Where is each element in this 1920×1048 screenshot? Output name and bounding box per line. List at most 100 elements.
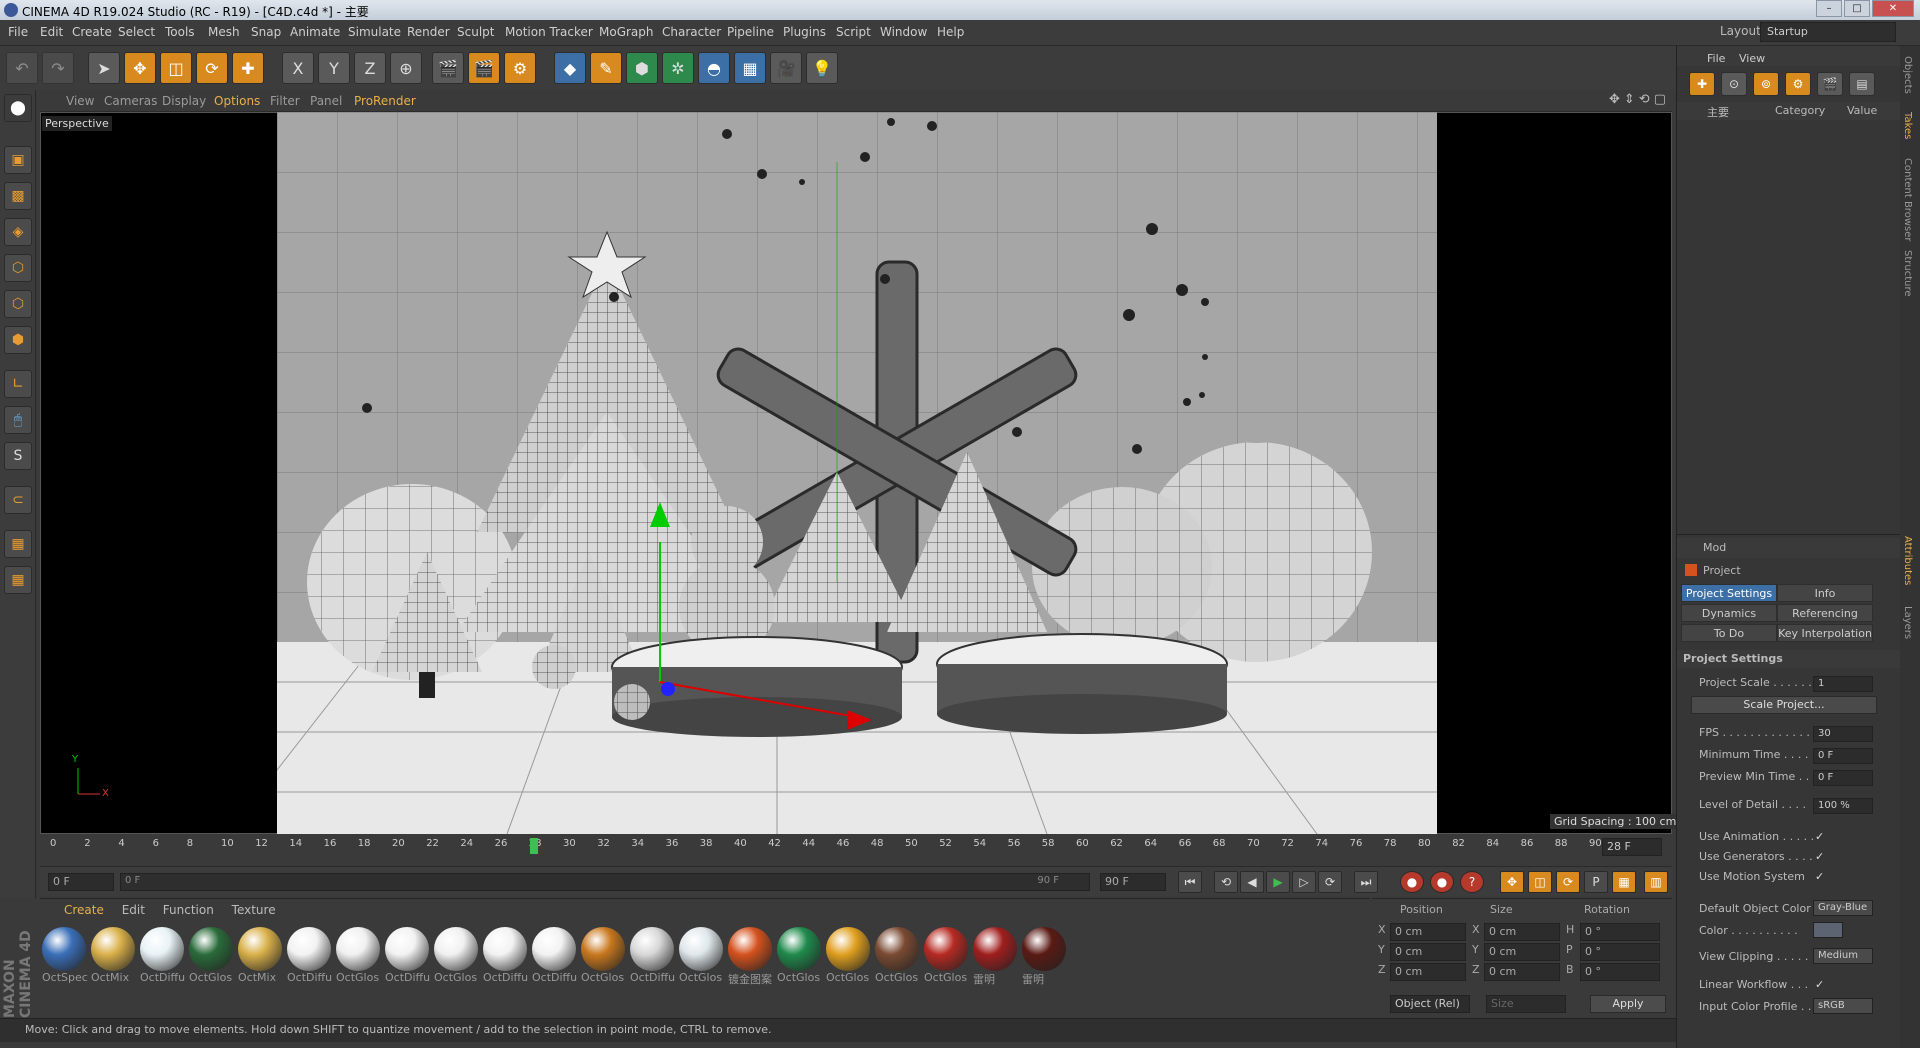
mat-menu-create[interactable]: Create — [64, 903, 104, 917]
tab-referencing[interactable]: Referencing — [1777, 604, 1873, 622]
vp-menu-panel[interactable]: Panel — [310, 94, 342, 108]
menu-tools[interactable]: Tools — [165, 25, 195, 39]
axis-mode-icon[interactable]: ∟ — [4, 370, 32, 398]
render-take-icon[interactable]: 🎬 — [1817, 72, 1843, 96]
cube-icon[interactable]: ◆ — [554, 52, 586, 84]
use-generators-checkbox[interactable]: ✓ — [1815, 850, 1824, 863]
override-icon[interactable]: ⊙ — [1721, 72, 1747, 96]
preview-min-field[interactable]: 0 F — [1813, 770, 1873, 786]
floor-icon[interactable]: ▦ — [734, 52, 766, 84]
view-clipping-select[interactable]: Medium — [1813, 948, 1873, 964]
material-item[interactable]: 雷明 — [1022, 927, 1068, 989]
transform-tool-icon[interactable]: ✚ — [232, 52, 264, 84]
model-mode-icon[interactable]: ▣ — [4, 146, 32, 174]
fps-field[interactable]: 30 — [1813, 726, 1873, 742]
render-picture-viewer-icon[interactable]: 🎬 — [468, 52, 500, 84]
go-to-end-icon[interactable]: ⏭ — [1354, 871, 1378, 893]
material-item[interactable]: OctGlos — [581, 927, 627, 989]
mat-menu-function[interactable]: Function — [163, 903, 214, 917]
lod-field[interactable]: 100 % — [1813, 798, 1873, 814]
preview-range-slider[interactable]: 0 F 90 F — [120, 873, 1090, 891]
prev-key-icon[interactable]: ⟲ — [1214, 871, 1238, 893]
select-arrow-icon[interactable]: ➤ — [88, 52, 120, 84]
vp-menu-filter[interactable]: Filter — [270, 94, 300, 108]
prev-frame-icon[interactable]: ◀ — [1240, 871, 1264, 893]
subdivision-icon[interactable]: ⬢ — [626, 52, 658, 84]
material-item[interactable]: OctDiffu — [385, 927, 431, 989]
side-tab-content-browser[interactable]: Content Browser — [1902, 158, 1913, 241]
material-item[interactable]: OctDiffu — [140, 927, 186, 989]
menu-snap[interactable]: Snap — [251, 25, 281, 39]
menu-script[interactable]: Script — [836, 25, 871, 39]
menu-render[interactable]: Render — [407, 25, 450, 39]
next-frame-icon[interactable]: ▷ — [1292, 871, 1316, 893]
record-rotation-icon[interactable]: ⟳ — [1556, 871, 1580, 893]
minimize-button[interactable]: – — [1816, 0, 1842, 17]
go-to-start-icon[interactable]: ⏮ — [1178, 871, 1202, 893]
material-item[interactable]: OctMix — [238, 927, 284, 989]
menu-animate[interactable]: Animate — [290, 25, 340, 39]
workplane-mode-icon[interactable]: ◈ — [4, 218, 32, 246]
menu-mograph[interactable]: MoGraph — [599, 25, 654, 39]
camera-label[interactable]: Perspective — [42, 116, 112, 131]
material-item[interactable]: OctGlos — [875, 927, 921, 989]
tab-project-settings[interactable]: Project Settings — [1681, 584, 1777, 602]
camera-icon[interactable]: 🎥 — [770, 52, 802, 84]
mat-menu-edit[interactable]: Edit — [122, 903, 145, 917]
size-field[interactable]: 0 cm — [1484, 943, 1560, 961]
play-icon[interactable]: ▶ — [1266, 871, 1290, 893]
redo-icon[interactable]: ↷ — [42, 52, 74, 84]
orbit-icon[interactable]: ⟲ — [1639, 92, 1650, 107]
record-active-icon[interactable]: ● — [1400, 871, 1424, 893]
rotation-field[interactable]: 0 ° — [1580, 963, 1660, 981]
z-axis-lock[interactable]: Z — [354, 52, 386, 84]
tab-dynamics[interactable]: Dynamics — [1681, 604, 1777, 622]
menu-edit[interactable]: Edit — [40, 25, 63, 39]
pen-icon[interactable]: ✎ — [590, 52, 622, 84]
scale-tool-icon[interactable]: ◫ — [160, 52, 192, 84]
color-swatch[interactable] — [1813, 922, 1843, 938]
lock-take-icon[interactable]: ⚙ — [1785, 72, 1811, 96]
auto-take-icon[interactable]: ⊚ — [1753, 72, 1779, 96]
material-item[interactable]: OctGlos — [777, 927, 823, 989]
coord-mode-select[interactable]: Object (Rel) — [1390, 995, 1470, 1013]
record-position-icon[interactable]: ✥ — [1500, 871, 1524, 893]
start-frame-field[interactable]: 0 F — [48, 873, 114, 891]
x-axis-lock[interactable]: X — [282, 52, 314, 84]
viewport-scene[interactable] — [277, 112, 1437, 834]
side-tab-takes[interactable]: Takes — [1902, 112, 1913, 139]
texture-mode-icon[interactable]: ▩ — [4, 182, 32, 210]
side-tab-attributes[interactable]: Attributes — [1902, 536, 1913, 585]
deformer-icon[interactable]: ◓ — [698, 52, 730, 84]
menu-help[interactable]: Help — [937, 25, 964, 39]
maximize-button[interactable]: □ — [1844, 0, 1870, 17]
scale-project-button[interactable]: Scale Project... — [1691, 696, 1877, 714]
menu-mesh[interactable]: Mesh — [208, 25, 240, 39]
vp-menu-display[interactable]: Display — [162, 94, 206, 108]
material-item[interactable]: OctDiffu — [483, 927, 529, 989]
override-group-icon[interactable]: ▤ — [1849, 72, 1875, 96]
coordinate-system-icon[interactable]: ⊕ — [390, 52, 422, 84]
size-field[interactable]: 0 cm — [1484, 923, 1560, 941]
make-editable-icon[interactable]: ⬤ — [4, 94, 32, 122]
menu-create[interactable]: Create — [72, 25, 112, 39]
take-icon[interactable]: ✚ — [1689, 72, 1715, 96]
layout-select[interactable]: Startup — [1760, 22, 1896, 42]
menu-motion-tracker[interactable]: Motion Tracker — [505, 25, 593, 39]
end-frame-field[interactable]: 90 F — [1100, 873, 1166, 891]
y-axis-lock[interactable]: Y — [318, 52, 350, 84]
tab-to-do[interactable]: To Do — [1681, 624, 1777, 642]
material-item[interactable]: OctMix — [91, 927, 137, 989]
menu-simulate[interactable]: Simulate — [348, 25, 401, 39]
obj-menu-file[interactable]: File — [1707, 52, 1725, 65]
polygons-mode-icon[interactable]: ⬢ — [4, 326, 32, 354]
rotation-field[interactable]: 0 ° — [1580, 923, 1660, 941]
vp-menu-prorender[interactable]: ProRender — [354, 94, 416, 108]
render-settings-icon[interactable]: ⚙ — [504, 52, 536, 84]
position-field[interactable]: 0 cm — [1390, 923, 1466, 941]
maximize-view-icon[interactable]: ▢ — [1654, 92, 1666, 107]
material-item[interactable]: OctGlos — [679, 927, 725, 989]
render-view-icon[interactable]: 🎬 — [432, 52, 464, 84]
project-scale-field[interactable]: 1 — [1813, 676, 1873, 692]
menu-pipeline[interactable]: Pipeline — [727, 25, 774, 39]
